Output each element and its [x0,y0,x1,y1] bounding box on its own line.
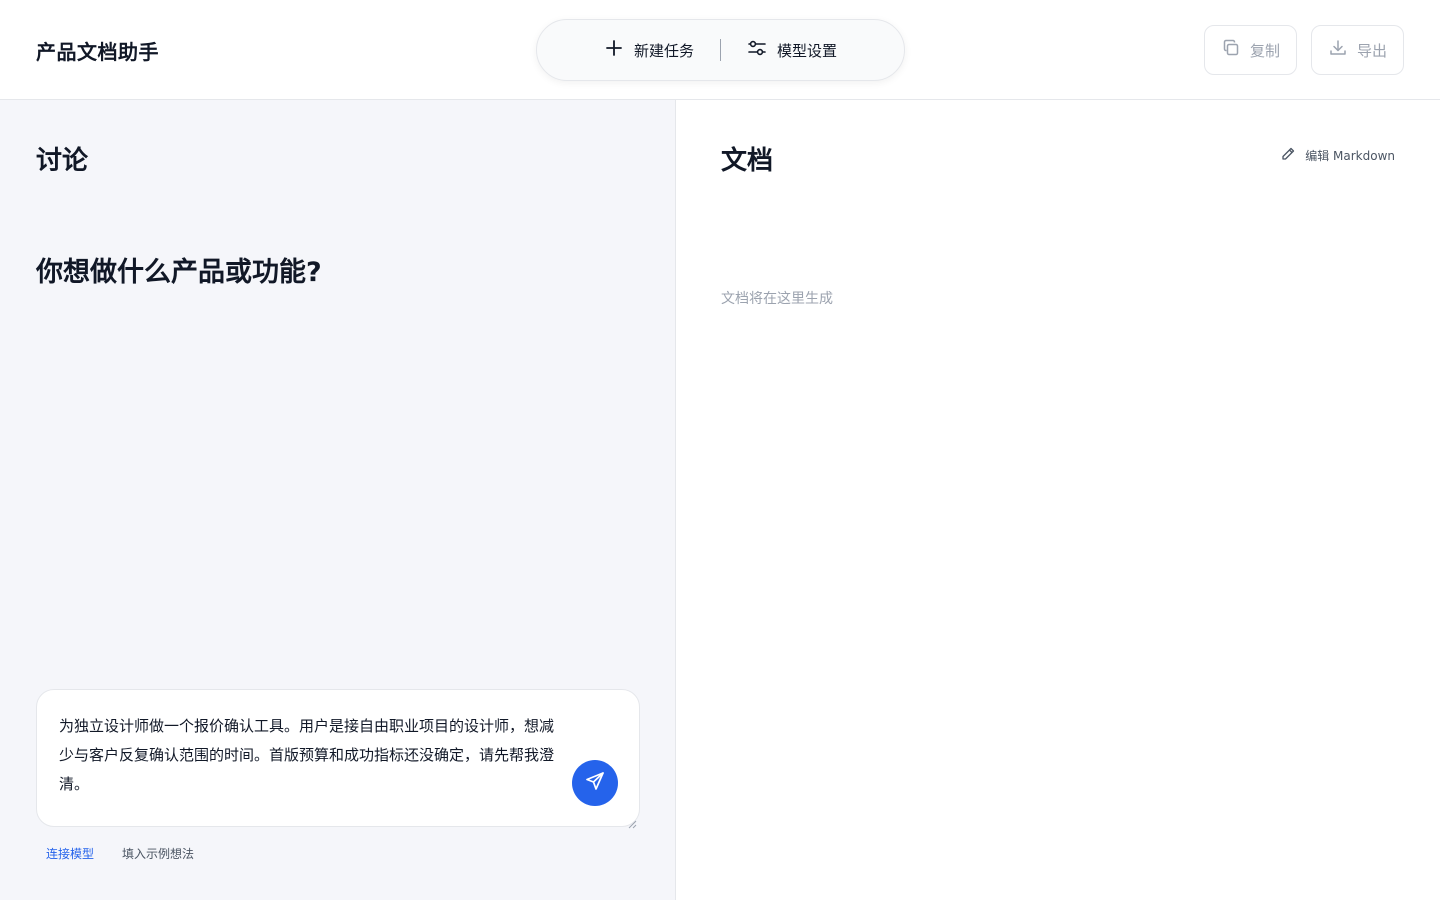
model-settings-label: 模型设置 [777,41,838,60]
app-title: 产品文档助手 [36,40,159,64]
sliders-icon [747,38,767,62]
copy-button[interactable]: 复制 [1204,25,1297,75]
task-toolbar: 新建任务 模型设置 [536,19,905,81]
prompt-heading: 你想做什么产品或功能? [36,257,322,288]
resize-handle[interactable] [627,814,637,829]
message-input[interactable] [37,690,639,826]
document-title: 文档 [721,146,774,176]
message-composer [36,689,640,829]
fill-example-link[interactable]: 填入示例想法 [122,845,194,862]
copy-icon [1221,38,1241,62]
discussion-pane: 讨论 你想做什么产品或功能? 连接模型 填入示例想法 [0,100,676,900]
send-icon [584,770,606,796]
composer-links: 连接模型 填入示例想法 [46,845,194,862]
new-task-label: 新建任务 [633,41,694,60]
copy-label: 复制 [1249,41,1280,60]
plus-icon [604,38,624,62]
send-button[interactable] [572,760,618,806]
edit-markdown-label: 编辑 Markdown [1305,149,1395,163]
edit-markdown-button[interactable]: 编辑 Markdown [1280,146,1395,165]
document-pane: 文档 编辑 Markdown 文档将在这里生成 [677,100,1440,900]
model-settings-button[interactable]: 模型设置 [721,38,863,62]
export-button[interactable]: 导出 [1311,25,1404,75]
export-label: 导出 [1356,41,1387,60]
top-bar: 产品文档助手 新建任务 模型设置 复制 导出 [0,0,1440,100]
download-icon [1328,38,1348,62]
document-placeholder: 文档将在这里生成 [721,291,833,307]
pencil-icon [1280,146,1296,165]
connect-model-link[interactable]: 连接模型 [46,845,94,862]
new-task-button[interactable]: 新建任务 [578,38,720,62]
discussion-title: 讨论 [36,146,89,176]
